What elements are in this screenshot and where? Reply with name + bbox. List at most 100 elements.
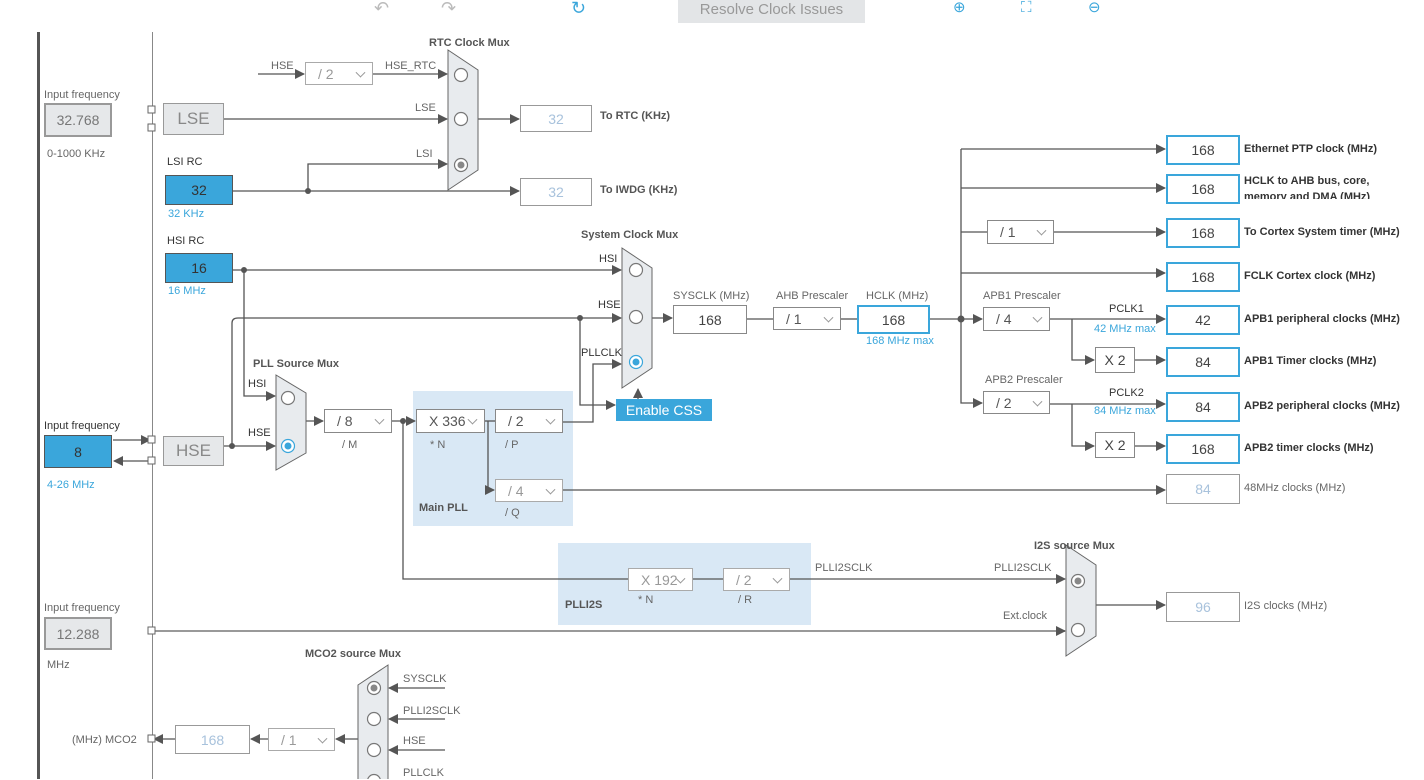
mco2-input-hse: HSE: [403, 735, 426, 747]
mco2-hse-radio: [366, 742, 382, 758]
output-label-2: To Cortex System timer (MHz): [1244, 226, 1400, 238]
apb1-prescaler-label: APB1 Prescaler: [983, 290, 1061, 302]
lsi-unit: 32 KHz: [168, 208, 205, 220]
pll-p-label: / P: [505, 439, 519, 451]
mco2-input-plli2sclk: PLLI2SCLK: [403, 705, 461, 717]
hse-range: 4-26 MHz: [47, 479, 95, 491]
mco2-input-sysclk: SYSCLK: [403, 673, 447, 685]
dropdown-value: X 192: [641, 571, 678, 588]
main-pll-title: Main PLL: [419, 502, 468, 514]
pll-n-multiplier[interactable]: X 336: [416, 409, 485, 433]
chevron-down-icon: [1032, 396, 1043, 407]
output-value-5[interactable]: 84: [1166, 347, 1240, 377]
hclk-input[interactable]: 168: [857, 305, 930, 334]
output-value-0[interactable]: 168: [1166, 135, 1240, 165]
plli2s-r-divider[interactable]: / 2: [723, 568, 790, 591]
chevron-down-icon: [467, 414, 478, 425]
pll-p-divider[interactable]: / 2: [495, 409, 563, 433]
apb2-prescaler-label: APB2 Prescaler: [985, 374, 1063, 386]
iwdg-output-label: To IWDG (KHz): [600, 184, 678, 196]
ext-i2s-input-label: Input frequency: [44, 602, 120, 614]
lse-source: LSE: [163, 103, 224, 135]
output-label-9: I2S clocks (MHz): [1244, 600, 1328, 612]
pll-n-label: * N: [430, 439, 446, 451]
mco2-plli2sclk-radio: [366, 711, 382, 727]
pll-m-divider[interactable]: / 8: [324, 409, 392, 433]
mco2-input-pllclk: PLLCLK: [403, 767, 444, 779]
pll-q-label: / Q: [505, 507, 520, 519]
sys-mux-hse-label: HSE: [598, 299, 621, 311]
output-value-8: 84: [1166, 474, 1240, 504]
output-label-1: HCLK to AHB bus, core,: [1244, 175, 1370, 187]
chevron-down-icon: [823, 312, 834, 323]
apb2-prescaler[interactable]: / 2: [983, 391, 1050, 414]
rtc-hse-label: HSE: [271, 60, 294, 72]
plli2s-n-label: * N: [638, 594, 654, 606]
dropdown-value: / 1: [281, 731, 297, 748]
ahb-prescaler-label: AHB Prescaler: [776, 290, 849, 302]
lse-range: 0-1000 KHz: [47, 148, 106, 160]
pll-src-hse-label: HSE: [248, 427, 271, 439]
ext-i2s-unit: MHz: [47, 659, 70, 671]
cortex-timer-divider[interactable]: / 1: [987, 220, 1054, 244]
apb1-prescaler[interactable]: / 4: [983, 307, 1050, 331]
output-value-4[interactable]: 42: [1166, 305, 1240, 335]
sys-mux-hsi-radio: [628, 262, 644, 278]
dropdown-value: X 336: [429, 413, 466, 429]
left-border: [37, 32, 40, 779]
sys-mux-hse-radio: [628, 309, 644, 325]
hsi-label: HSI RC: [167, 235, 205, 247]
i2s-mux-ext-radio: [1070, 622, 1086, 638]
output-value-6[interactable]: 84: [1166, 392, 1240, 422]
enable-css-button[interactable]: Enable CSS: [616, 399, 712, 421]
rtc-output: 32: [520, 105, 592, 132]
sysclk-value: 168: [673, 305, 747, 334]
lse-input-label: Input frequency: [44, 89, 120, 101]
mco2-output: 168: [175, 725, 250, 754]
pclk2-label: PCLK2: [1109, 387, 1144, 399]
mco2-divider[interactable]: / 1: [268, 728, 335, 751]
iwdg-output: 32: [520, 178, 592, 206]
plli2s-n-multiplier[interactable]: X 192: [628, 568, 693, 591]
dropdown-value: / 1: [1000, 224, 1016, 240]
pll-source-mux-title: PLL Source Mux: [253, 358, 339, 370]
output-label-0: Ethernet PTP clock (MHz): [1244, 143, 1378, 155]
pll-src-hsi-radio: [280, 390, 296, 406]
plli2s-title: PLLI2S: [565, 599, 603, 611]
rtc-lsi-label: LSI: [416, 148, 433, 160]
chevron-down-icon: [772, 573, 783, 584]
pll-q-divider[interactable]: / 4: [495, 479, 563, 502]
hse-input-frequency[interactable]: 8: [44, 435, 112, 468]
hclk-label: HCLK (MHz): [866, 290, 929, 302]
output-label-6: APB2 peripheral clocks (MHz): [1244, 400, 1400, 412]
output-label-3: FCLK Cortex clock (MHz): [1244, 270, 1376, 282]
sys-mux-pllclk-label: PLLCLK: [581, 347, 622, 359]
pll-source-mux: [275, 374, 307, 471]
output-value-2[interactable]: 168: [1166, 218, 1240, 248]
chevron-down-icon: [317, 733, 328, 744]
chevron-down-icon: [355, 67, 366, 78]
output-label-7: APB2 timer clocks (MHz): [1244, 442, 1374, 454]
output-value-1[interactable]: 168: [1166, 174, 1240, 204]
rtc-hse-divider[interactable]: / 2: [305, 62, 373, 85]
lse-input-frequency[interactable]: 32.768: [44, 103, 112, 137]
rtc-mux-title: RTC Clock Mux: [429, 37, 510, 49]
ahb-prescaler[interactable]: / 1: [773, 307, 841, 330]
sysclk-label: SYSCLK (MHz): [673, 290, 750, 302]
hse-input-label: Input frequency: [44, 420, 120, 432]
i2s-mux-ext-label: Ext.clock: [1003, 610, 1048, 622]
rtc-mux-hse-radio: [453, 67, 469, 83]
dropdown-value: / 2: [508, 413, 524, 429]
pll-m-label: / M: [342, 439, 358, 451]
dropdown-value: / 8: [337, 413, 353, 429]
output-value-3[interactable]: 168: [1166, 262, 1240, 292]
ext-i2s-input-frequency[interactable]: 12.288: [44, 617, 112, 650]
system-clock-mux-title: System Clock Mux: [581, 229, 679, 241]
mco2-label: (MHz) MCO2: [72, 734, 137, 746]
output-value-7[interactable]: 168: [1166, 434, 1240, 464]
plli2sclk-label: PLLI2SCLK: [815, 562, 873, 574]
rtc-mux-lse-radio: [453, 111, 469, 127]
chevron-down-icon: [374, 414, 385, 425]
i2s-source-mux: [1065, 544, 1097, 657]
output-label-4: APB1 peripheral clocks (MHz): [1244, 313, 1400, 325]
